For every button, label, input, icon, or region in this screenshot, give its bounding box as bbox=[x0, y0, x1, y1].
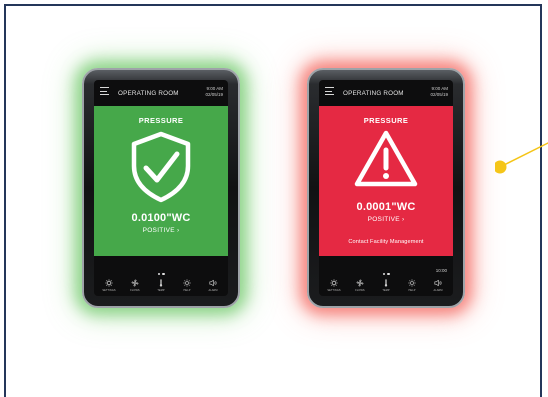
status-text: POSITIVE bbox=[367, 216, 400, 223]
device-screen: OPERATING ROOM 9:00 AM 02/05/19 PRESSURE… bbox=[94, 80, 228, 296]
thermometer-icon bbox=[159, 279, 163, 287]
nav-label: TEMP bbox=[157, 289, 165, 292]
bottom-nav: SETTINGS FLOWS TEMP HELP ALARM bbox=[319, 266, 453, 292]
nav-label: SETTINGS bbox=[102, 289, 116, 292]
hamburger-menu-icon[interactable] bbox=[325, 87, 334, 95]
nav-label: HELP bbox=[183, 289, 191, 292]
sun-icon bbox=[183, 279, 191, 287]
nav-flows[interactable]: FLOWS bbox=[126, 279, 144, 292]
warning-triangle-icon bbox=[354, 130, 418, 187]
clock-time: 9:00 AM bbox=[206, 86, 223, 91]
clock: 9:00 AM 02/05/19 bbox=[205, 86, 223, 97]
fan-icon bbox=[131, 279, 139, 287]
shield-check-icon bbox=[131, 131, 191, 203]
chevron-right-icon: › bbox=[176, 227, 180, 234]
top-bar: OPERATING ROOM 9:00 AM 02/05/19 bbox=[319, 80, 453, 106]
room-title: OPERATING ROOM bbox=[118, 90, 179, 97]
nav-label: ALARM bbox=[208, 289, 218, 292]
nav-alarm[interactable]: ALARM bbox=[204, 279, 222, 292]
nav-temp[interactable]: TEMP bbox=[152, 279, 170, 292]
nav-label: HELP bbox=[408, 289, 416, 292]
status-link[interactable]: POSITIVE › bbox=[94, 227, 228, 234]
nav-label: FLOWS bbox=[130, 289, 140, 292]
status-link[interactable]: POSITIVE › bbox=[319, 216, 453, 223]
nav-settings[interactable]: SETTINGS bbox=[100, 279, 118, 292]
nav-help[interactable]: HELP bbox=[403, 279, 421, 292]
nav-settings[interactable]: SETTINGS bbox=[325, 279, 343, 292]
fan-icon bbox=[356, 279, 364, 287]
nav-label: ALARM bbox=[433, 289, 443, 292]
clock-time: 9:00 AM bbox=[431, 86, 448, 91]
pressure-reading: 0.0100"WC bbox=[131, 212, 191, 224]
callout-pointer bbox=[495, 142, 548, 174]
gear-icon bbox=[330, 279, 338, 287]
panel-label: PRESSURE bbox=[363, 116, 409, 125]
clock-date: 02/05/19 bbox=[430, 91, 448, 97]
nav-help[interactable]: HELP bbox=[178, 279, 196, 292]
nav-temp[interactable]: TEMP bbox=[377, 279, 395, 292]
pressure-reading: 0.0001"WC bbox=[356, 201, 416, 213]
chevron-right-icon: › bbox=[401, 216, 405, 223]
speaker-icon bbox=[209, 279, 217, 287]
callout-line bbox=[499, 142, 548, 168]
panel-label: PRESSURE bbox=[138, 116, 184, 125]
device-screen: OPERATING ROOM 9:00 AM 02/05/19 PRESSURE… bbox=[319, 80, 453, 296]
gear-icon bbox=[105, 279, 113, 287]
clock-date: 02/05/19 bbox=[205, 91, 223, 97]
room-title: OPERATING ROOM bbox=[343, 90, 404, 97]
thermometer-icon bbox=[384, 279, 388, 287]
pressure-alarm-panel[interactable]: PRESSURE 0.0001"WC POSITIVE › Contact Fac… bbox=[319, 106, 453, 256]
sun-icon bbox=[408, 279, 416, 287]
hamburger-menu-icon[interactable] bbox=[100, 87, 109, 95]
nav-alarm[interactable]: ALARM bbox=[429, 279, 447, 292]
nav-label: SETTINGS bbox=[327, 289, 341, 292]
callout-dot bbox=[495, 160, 507, 174]
pressure-status-panel[interactable]: PRESSURE 0.0100"WC POSITIVE › bbox=[94, 106, 228, 256]
alert-message: Contact Facility Management bbox=[348, 239, 424, 245]
nav-label: FLOWS bbox=[355, 289, 365, 292]
clock: 9:00 AM 02/05/19 bbox=[430, 86, 448, 97]
monitor-device-normal: OPERATING ROOM 9:00 AM 02/05/19 PRESSURE… bbox=[82, 68, 240, 308]
top-bar: OPERATING ROOM 9:00 AM 02/05/19 bbox=[94, 80, 228, 106]
status-text: POSITIVE bbox=[142, 227, 175, 234]
speaker-icon bbox=[434, 279, 442, 287]
nav-flows[interactable]: FLOWS bbox=[351, 279, 369, 292]
monitor-device-alarm: OPERATING ROOM 9:00 AM 02/05/19 PRESSURE… bbox=[307, 68, 465, 308]
bottom-nav: SETTINGS FLOWS TEMP HELP ALARM bbox=[94, 266, 228, 292]
nav-label: TEMP bbox=[382, 289, 390, 292]
